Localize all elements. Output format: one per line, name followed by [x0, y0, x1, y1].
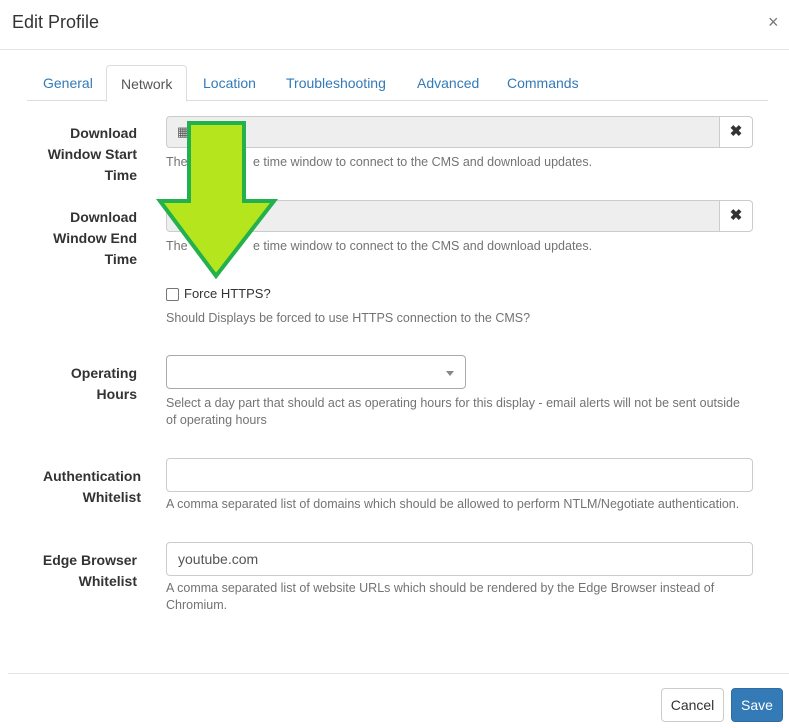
tab-advanced[interactable]: Advanced: [403, 65, 493, 101]
operating-hours-help-line: Select a day part that should act as ope…: [166, 396, 740, 410]
calendar-icon: ▦: [177, 124, 190, 139]
tab-bar: General Network Location Troubleshooting…: [27, 65, 768, 102]
tab-location[interactable]: Location: [189, 65, 270, 101]
edge-whitelist-label-line: Edge Browser: [42, 552, 137, 568]
download-end-label: Download Window End Time: [30, 207, 137, 270]
auth-whitelist-input[interactable]: [166, 458, 753, 492]
tab-network[interactable]: Network: [106, 65, 188, 102]
cancel-button[interactable]: Cancel: [661, 688, 724, 722]
edge-whitelist-input[interactable]: youtube.com: [166, 542, 753, 576]
download-end-input[interactable]: [166, 200, 720, 232]
chevron-down-icon: [446, 371, 454, 376]
tab-general[interactable]: General: [29, 65, 107, 101]
operating-hours-label: Operating Hours: [30, 363, 137, 405]
footer-divider: [8, 673, 789, 674]
download-start-help-right: e time window to connect to the CMS and …: [253, 155, 593, 169]
operating-hours-label-line: Operating: [70, 365, 137, 381]
download-end-help-left: The: [166, 239, 188, 253]
download-start-label-line: Window Start: [47, 146, 137, 162]
dialog-title: Edit Profile: [12, 12, 100, 32]
auth-whitelist-help: A comma separated list of domains which …: [166, 497, 740, 511]
download-end-label-line: Window End: [53, 230, 137, 246]
edge-whitelist-help-line: A comma separated list of website URLs w…: [166, 581, 715, 595]
download-start-input[interactable]: ▦: [166, 116, 720, 148]
save-button[interactable]: Save: [731, 688, 783, 722]
download-start-help-left: The: [166, 155, 188, 169]
operating-hours-label-line: Hours: [96, 386, 137, 402]
tab-troubleshooting[interactable]: Troubleshooting: [272, 65, 400, 101]
edge-whitelist-label: Edge Browser Whitelist: [30, 550, 137, 592]
edge-whitelist-label-line: Whitelist: [78, 573, 137, 589]
operating-hours-select[interactable]: [166, 355, 466, 389]
operating-hours-help-line: of operating hours: [166, 413, 267, 427]
operating-hours-help: Select a day part that should act as ope…: [166, 395, 740, 429]
force-https-checkbox[interactable]: [166, 288, 179, 301]
tab-commands[interactable]: Commands: [493, 65, 593, 101]
auth-whitelist-label: Authentication Whitelist: [30, 466, 141, 508]
close-icon[interactable]: ×: [768, 12, 779, 33]
download-end-label-line: Download: [70, 209, 137, 225]
download-start-label: Download Window Start Time: [30, 123, 137, 186]
download-start-label-line: Download: [70, 125, 137, 141]
download-end-clear-button[interactable]: ✖: [719, 200, 753, 232]
download-start-label-line: Time: [104, 167, 137, 183]
download-start-clear-button[interactable]: ✖: [719, 116, 753, 148]
force-https-help: Should Displays be forced to use HTTPS c…: [166, 311, 531, 325]
edge-whitelist-help-line: Chromium.: [166, 598, 228, 612]
download-end-help-right: e time window to connect to the CMS and …: [253, 239, 593, 253]
modal-header: Edit Profile ×: [0, 0, 789, 50]
edge-whitelist-help: A comma separated list of website URLs w…: [166, 580, 714, 614]
auth-whitelist-label-line: Whitelist: [82, 489, 141, 505]
force-https-label[interactable]: Force HTTPS?: [184, 286, 271, 301]
download-end-label-line: Time: [104, 251, 137, 267]
auth-whitelist-label-line: Authentication: [43, 468, 141, 484]
